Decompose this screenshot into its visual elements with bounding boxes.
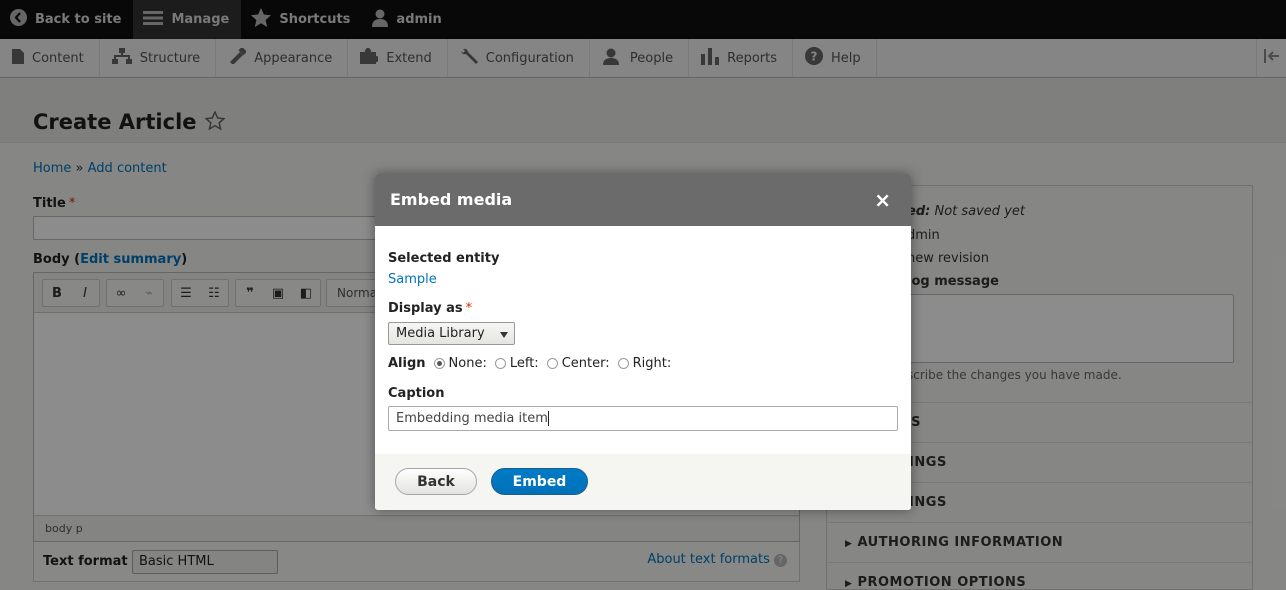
dialog-titlebar: Embed media × xyxy=(375,174,911,226)
display-as-select[interactable]: Media Library xyxy=(388,322,515,345)
close-icon[interactable]: × xyxy=(874,188,891,212)
align-left-radio[interactable] xyxy=(494,358,506,369)
caption-label: Caption xyxy=(388,386,445,401)
align-option-label: Center: xyxy=(561,356,610,371)
align-center-radio[interactable] xyxy=(546,358,558,369)
align-right-radio[interactable] xyxy=(617,358,629,369)
entity-link[interactable]: Sample xyxy=(388,272,437,287)
dropdown-arrow-icon xyxy=(500,332,508,338)
align-option-label: Right: xyxy=(632,356,672,371)
align-label: Align xyxy=(388,356,426,371)
selected-entity-label: Selected entity xyxy=(388,251,500,266)
display-as-label: Display as * xyxy=(388,301,472,316)
display-as-value: Media Library xyxy=(396,326,485,341)
dialog-title: Embed media xyxy=(390,190,513,209)
caption-value: Embedding media item xyxy=(396,411,548,426)
embed-media-dialog: Embed media × Selected entity Sample Dis… xyxy=(375,174,911,510)
back-button[interactable]: Back xyxy=(395,468,477,495)
dialog-buttonpane: Back Embed xyxy=(375,454,911,510)
align-option-label: Left: xyxy=(509,356,539,371)
display-as-label-text: Display as xyxy=(388,301,463,316)
required-marker: * xyxy=(465,301,473,316)
caption-input[interactable]: Embedding media item xyxy=(388,406,898,431)
align-none-radio[interactable] xyxy=(433,358,445,369)
text-cursor xyxy=(547,411,549,426)
embed-button[interactable]: Embed xyxy=(491,468,588,495)
align-radios: Align None: Left: Center: Right: xyxy=(388,356,671,371)
align-option-label: None: xyxy=(448,356,487,371)
